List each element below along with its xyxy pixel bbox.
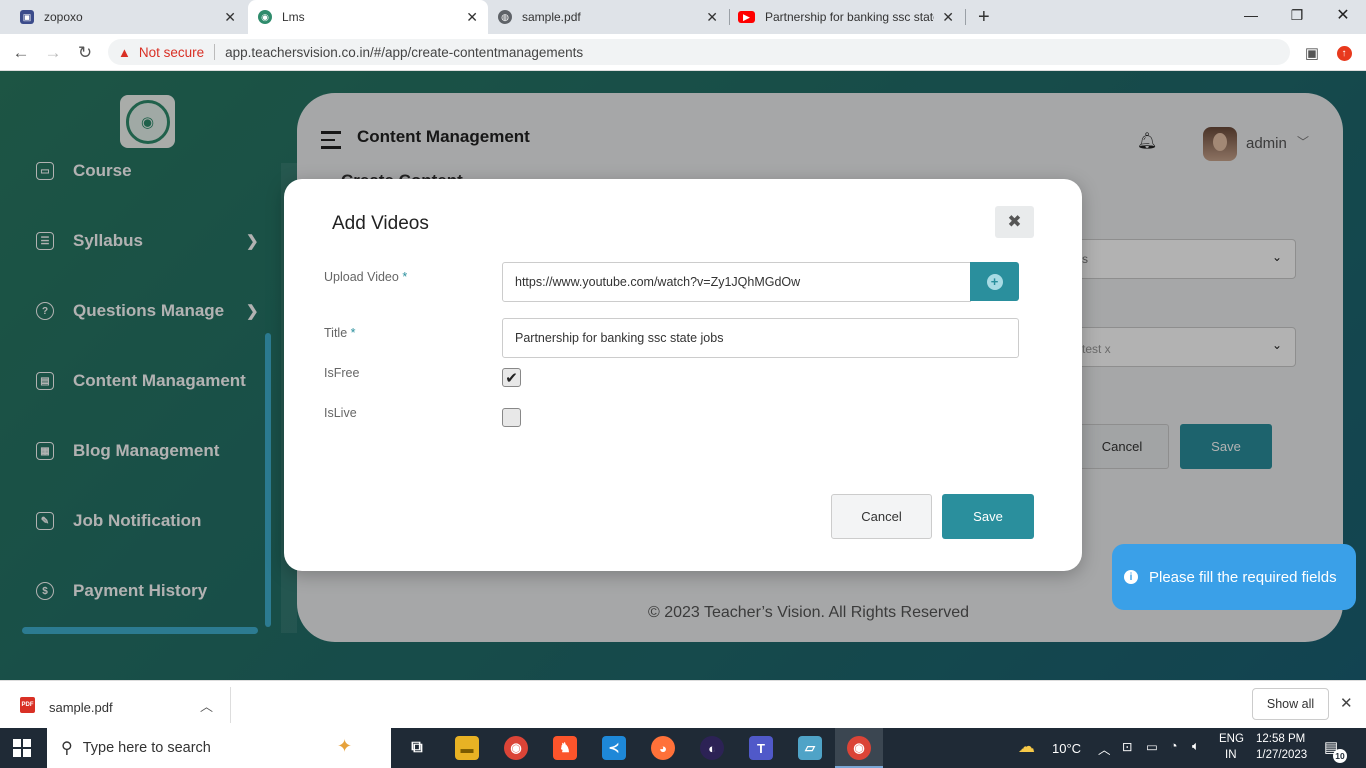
- required-mark: *: [402, 270, 408, 284]
- field-label: Title: [324, 326, 348, 340]
- tab-zopoxo[interactable]: ▣ zopoxo ✕: [10, 0, 246, 34]
- save-button[interactable]: Save: [942, 494, 1034, 539]
- notification-count: 10: [1333, 749, 1347, 763]
- tab-divider: [965, 9, 966, 25]
- toast-notification[interactable]: i Please fill the required fields: [1112, 544, 1356, 610]
- pdf-file-icon: PDF: [20, 697, 35, 713]
- cancel-button[interactable]: Cancel: [831, 494, 932, 539]
- browser-tab-bar: ▣ zopoxo ✕ ◉ Lms ✕ ◍ sample.pdf ✕ ▶ Part…: [0, 0, 1366, 34]
- teachersvision-icon: ◉: [258, 10, 272, 24]
- app-square-icon: ▣: [20, 10, 34, 24]
- task-view-icon[interactable]: ⧉: [405, 736, 429, 760]
- address-bar: ← → ↻ ▲ Not secure app.teachersvision.co…: [0, 34, 1366, 71]
- title-label: Title *: [324, 326, 356, 340]
- omnibox-divider: [214, 44, 216, 60]
- warning-icon: ▲: [118, 44, 131, 60]
- brave-icon[interactable]: ♞: [553, 736, 577, 760]
- search-icon: ⚲: [61, 740, 73, 757]
- chevron-up-icon[interactable]: ︿: [1098, 739, 1111, 758]
- clock-time[interactable]: 12:58 PM: [1256, 733, 1305, 745]
- add-video-button[interactable]: +: [970, 262, 1019, 301]
- battery-icon[interactable]: ▭: [1146, 739, 1158, 754]
- volume-icon[interactable]: 🔈︎: [1192, 739, 1200, 754]
- close-tab-icon[interactable]: ✕: [942, 9, 954, 26]
- add-videos-modal: Add Videos ✖ Upload Video * https://www.…: [284, 179, 1082, 571]
- weather-icon[interactable]: ☁: [1018, 737, 1035, 757]
- modal-title: Add Videos: [332, 213, 429, 234]
- vscode-icon[interactable]: ≺: [602, 736, 626, 760]
- weather-temp[interactable]: 10°C: [1052, 741, 1081, 756]
- language-line-1[interactable]: ENG: [1219, 733, 1244, 745]
- clipboard-extension-icon[interactable]: ▣: [1299, 40, 1325, 66]
- checkmark-icon: ✔: [505, 369, 518, 387]
- download-divider: [230, 687, 231, 723]
- minimize-icon[interactable]: —: [1228, 0, 1274, 30]
- field-label: Upload Video: [324, 270, 399, 284]
- close-tab-icon[interactable]: ✕: [224, 9, 236, 26]
- upload-video-input[interactable]: https://www.youtube.com/watch?v=Zy1JQhMG…: [502, 262, 971, 302]
- teams-icon[interactable]: T: [749, 736, 773, 760]
- islive-checkbox[interactable]: [502, 408, 521, 427]
- not-secure-label[interactable]: Not secure: [139, 45, 204, 60]
- device-icon[interactable]: ⊡: [1122, 739, 1132, 754]
- tab-youtube[interactable]: ▶ Partnership for banking ssc state ✕: [728, 0, 964, 34]
- chevron-up-icon[interactable]: ︿: [200, 696, 213, 715]
- new-tab-button[interactable]: +: [978, 6, 990, 29]
- globe-icon: ◍: [498, 10, 512, 24]
- clock-date[interactable]: 1/27/2023: [1256, 749, 1307, 761]
- file-explorer-icon[interactable]: ▬: [455, 736, 479, 760]
- tab-title: zopoxo: [44, 10, 83, 24]
- search-placeholder: Type here to search: [82, 740, 211, 756]
- show-all-button[interactable]: Show all: [1252, 688, 1329, 720]
- upload-video-label: Upload Video *: [324, 270, 407, 284]
- isfree-checkbox[interactable]: ✔: [502, 368, 521, 387]
- notepad-icon[interactable]: ▱: [798, 736, 822, 760]
- info-icon: i: [1124, 570, 1138, 584]
- tab-title: Lms: [282, 10, 305, 24]
- wifi-icon[interactable]: ◔: [1170, 739, 1178, 753]
- isfree-label: IsFree: [324, 366, 360, 380]
- windows-start-icon[interactable]: [13, 739, 31, 757]
- download-bar: PDF sample.pdf ︿ Show all ✕: [0, 680, 1366, 728]
- download-file-name[interactable]: sample.pdf: [49, 700, 113, 715]
- islive-label: IsLive: [324, 406, 357, 420]
- windows-taskbar: ⚲ Type here to search ✦ ⧉ ▬ ◉ ♞ ≺ ◕ ◐ T …: [0, 728, 1366, 768]
- close-window-icon[interactable]: ✕: [1320, 0, 1366, 30]
- tab-title: sample.pdf: [522, 10, 581, 24]
- eclipse-icon[interactable]: ◐: [700, 736, 724, 760]
- chrome-icon[interactable]: ◉: [504, 736, 528, 760]
- taskbar-search-box[interactable]: ⚲ Type here to search ✦: [47, 728, 391, 768]
- language-line-2[interactable]: IN: [1225, 749, 1237, 761]
- update-icon[interactable]: ↑: [1331, 40, 1357, 66]
- search-highlight-icon: ✦: [337, 736, 353, 756]
- toast-message: Please fill the required fields: [1149, 568, 1337, 586]
- url-omnibox[interactable]: ▲ Not secure app.teachersvision.co.in/#/…: [108, 39, 1290, 65]
- close-icon[interactable]: ✕: [1340, 694, 1353, 712]
- plus-circle-icon: +: [986, 273, 1003, 290]
- firefox-icon[interactable]: ◕: [651, 736, 675, 760]
- forward-icon[interactable]: →: [40, 40, 66, 66]
- reload-icon[interactable]: ↻: [72, 40, 98, 66]
- tab-lms[interactable]: ◉ Lms ✕: [248, 0, 488, 34]
- close-tab-icon[interactable]: ✕: [706, 9, 718, 26]
- tab-sample-pdf[interactable]: ◍ sample.pdf ✕: [488, 0, 728, 34]
- tab-title: Partnership for banking ssc state: [765, 10, 935, 24]
- chrome-active-icon[interactable]: ◉: [847, 736, 871, 760]
- close-icon[interactable]: ✖: [995, 206, 1034, 238]
- close-tab-icon[interactable]: ✕: [466, 9, 478, 26]
- title-input[interactable]: Partnership for banking ssc state jobs: [502, 318, 1019, 358]
- back-icon[interactable]: ←: [8, 40, 34, 66]
- youtube-icon: ▶: [738, 11, 755, 23]
- restore-icon[interactable]: ❐: [1274, 0, 1320, 30]
- url-text[interactable]: app.teachersvision.co.in/#/app/create-co…: [225, 45, 583, 60]
- required-mark: *: [350, 326, 356, 340]
